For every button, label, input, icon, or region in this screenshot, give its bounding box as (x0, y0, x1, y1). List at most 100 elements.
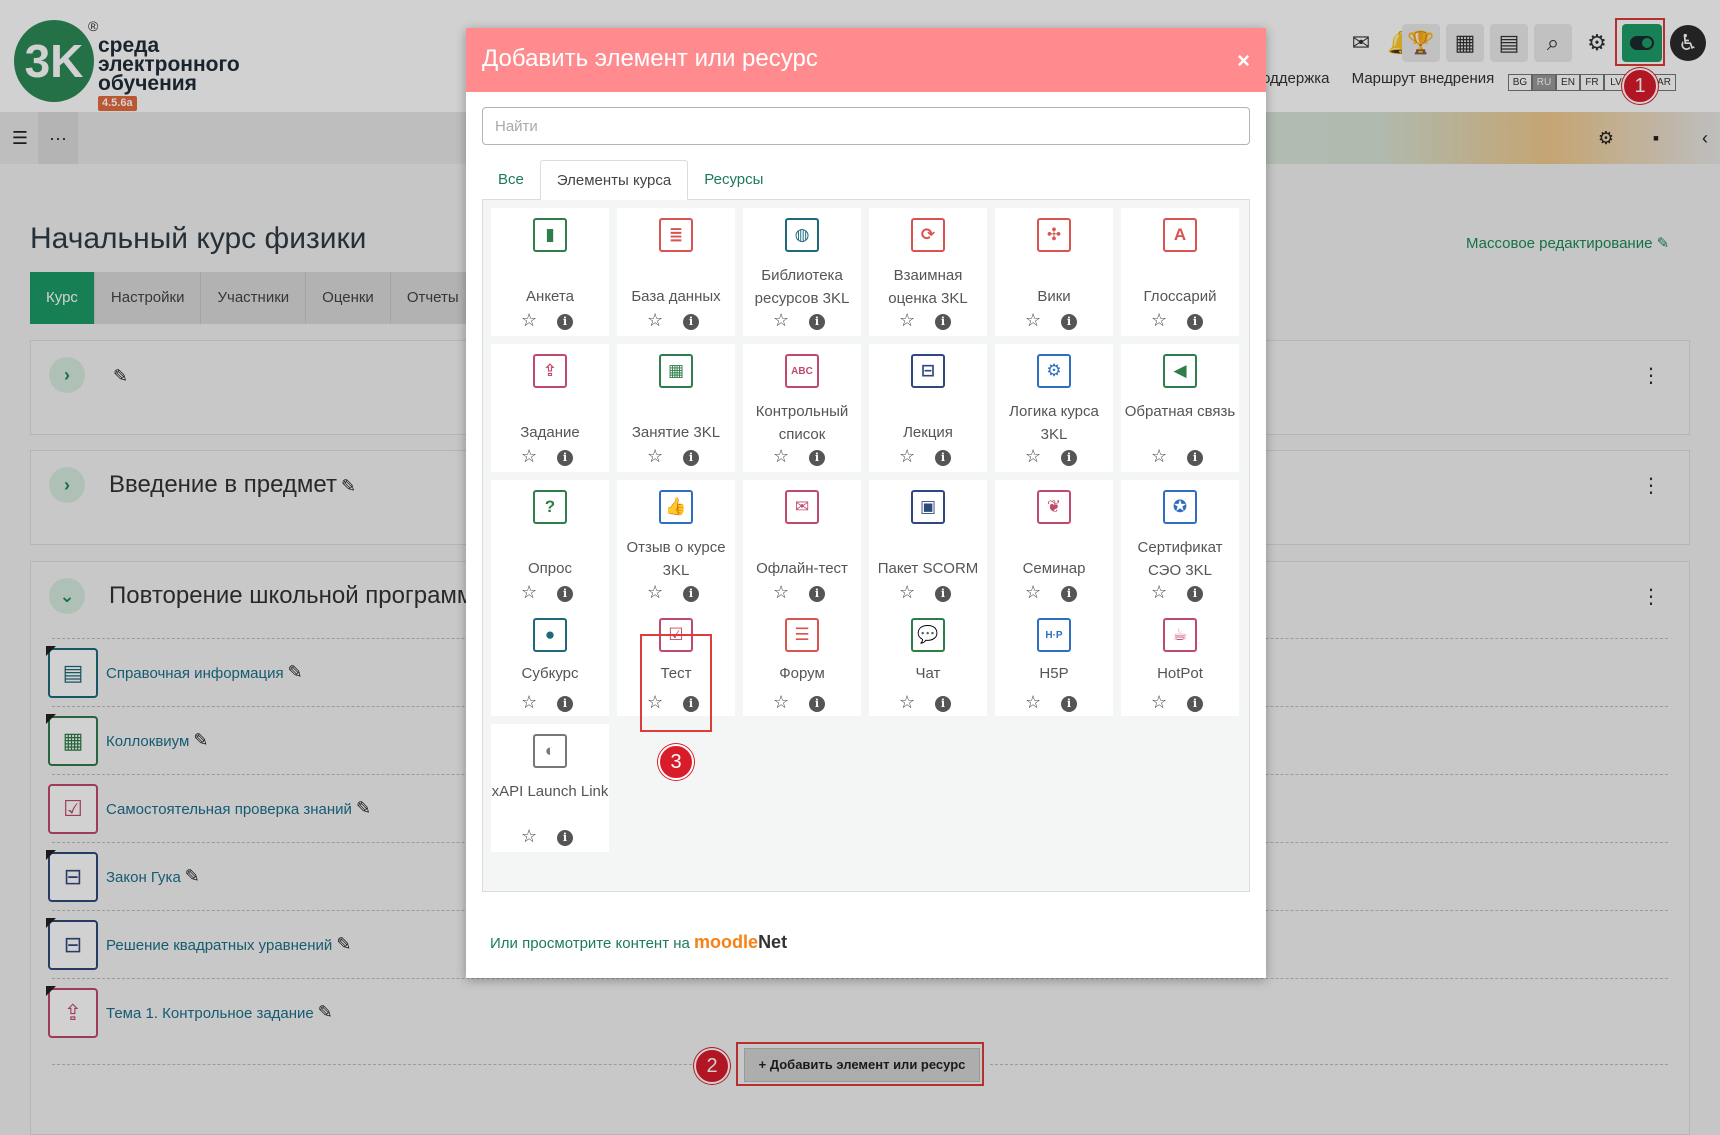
activity-card[interactable]: 💬 Чат ☆ i (869, 608, 987, 716)
star-icon[interactable]: ☆ (773, 582, 789, 603)
info-icon[interactable]: i (1187, 586, 1203, 602)
activity-card-label: Опрос (528, 560, 572, 577)
activity-card[interactable]: ◍ Библиотека ресурсов 3KL ☆ i (743, 208, 861, 336)
info-icon[interactable]: i (557, 696, 573, 712)
checklist-icon: ABC (785, 354, 819, 388)
star-icon[interactable]: ☆ (1025, 310, 1041, 331)
activity-card[interactable]: ABC Контрольный список ☆ i (743, 344, 861, 472)
info-icon[interactable]: i (683, 314, 699, 330)
tab-activities[interactable]: Элементы курса (539, 160, 689, 200)
activity-card[interactable]: ⚙ Логика курса 3KL ☆ i (995, 344, 1113, 472)
close-icon[interactable]: × (1237, 48, 1250, 74)
star-icon[interactable]: ☆ (899, 310, 915, 331)
info-icon[interactable]: i (557, 830, 573, 846)
star-icon[interactable]: ☆ (521, 826, 537, 847)
activity-card[interactable]: H·P H5P ☆ i (995, 608, 1113, 716)
hotpot-icon: ☕ (1163, 618, 1197, 652)
activity-card-label: Контрольный список (755, 403, 849, 443)
info-icon[interactable]: i (557, 450, 573, 466)
search-input[interactable] (482, 107, 1250, 145)
assignment-icon: ⇪ (533, 354, 567, 388)
activity-card[interactable]: ☰ Форум ☆ i (743, 608, 861, 716)
activity-card-label: База данных (631, 288, 721, 305)
star-icon[interactable]: ☆ (1151, 310, 1167, 331)
info-icon[interactable]: i (809, 450, 825, 466)
star-icon[interactable]: ☆ (773, 446, 789, 467)
lecture-icon: ⊟ (911, 354, 945, 388)
survey-icon: ▮ (533, 218, 567, 252)
info-icon[interactable]: i (1187, 696, 1203, 712)
activity-card[interactable]: 👍 Отзыв о курсе 3KL ☆ i (617, 480, 735, 608)
moodlenet-link[interactable]: Или просмотрите контент на moodleNet (490, 932, 787, 953)
activity-card[interactable]: ▮ Анкета ☆ i (491, 208, 609, 336)
info-icon[interactable]: i (683, 586, 699, 602)
activity-card[interactable]: ▣ Пакет SCORM ☆ i (869, 480, 987, 608)
h5p-icon: H·P (1037, 618, 1071, 652)
star-icon[interactable]: ☆ (1151, 692, 1167, 713)
star-icon[interactable]: ☆ (773, 310, 789, 331)
activity-card[interactable]: ⟳ Взаимная оценка 3KL ☆ i (869, 208, 987, 336)
star-icon[interactable]: ☆ (899, 692, 915, 713)
activity-card[interactable]: ✉ Офлайн-тест ☆ i (743, 480, 861, 608)
activity-card[interactable]: A Глоссарий ☆ i (1121, 208, 1239, 336)
info-icon[interactable]: i (557, 314, 573, 330)
chat-icon: 💬 (911, 618, 945, 652)
activity-card-label: H5P (1039, 665, 1069, 682)
info-icon[interactable]: i (935, 586, 951, 602)
info-icon[interactable]: i (935, 696, 951, 712)
xapi-icon: ◐ (533, 734, 567, 768)
star-icon[interactable]: ☆ (521, 692, 537, 713)
lesson-icon: ▦ (659, 354, 693, 388)
activity-card[interactable]: ? Опрос ☆ i (491, 480, 609, 608)
info-icon[interactable]: i (683, 450, 699, 466)
star-icon[interactable]: ☆ (647, 310, 663, 331)
activity-card[interactable]: ✣ Вики ☆ i (995, 208, 1113, 336)
info-icon[interactable]: i (557, 586, 573, 602)
star-icon[interactable]: ☆ (521, 310, 537, 331)
info-icon[interactable]: i (809, 314, 825, 330)
activity-card[interactable]: ⇪ Задание ☆ i (491, 344, 609, 472)
activity-card[interactable]: ≣ База данных ☆ i (617, 208, 735, 336)
info-icon[interactable]: i (1187, 314, 1203, 330)
activity-card[interactable]: ☕ HotPot ☆ i (1121, 608, 1239, 716)
info-icon[interactable]: i (809, 696, 825, 712)
activity-card[interactable]: ⊟ Лекция ☆ i (869, 344, 987, 472)
moodlenet-logo-a: moodle (694, 932, 759, 952)
certificate-icon: ✪ (1163, 490, 1197, 524)
star-icon[interactable]: ☆ (1151, 582, 1167, 603)
offline-test-icon: ✉ (785, 490, 819, 524)
info-icon[interactable]: i (1187, 450, 1203, 466)
star-icon[interactable]: ☆ (1025, 692, 1041, 713)
star-icon[interactable]: ☆ (1151, 446, 1167, 467)
star-icon[interactable]: ☆ (1025, 582, 1041, 603)
activity-card[interactable]: ▦ Занятие 3KL ☆ i (617, 344, 735, 472)
star-icon[interactable]: ☆ (647, 582, 663, 603)
activity-card[interactable]: ● Субкурс ☆ i (491, 608, 609, 716)
add-activity-modal: Добавить элемент или ресурс × Все Элемен… (466, 28, 1266, 978)
activity-card[interactable]: ◐ xAPI Launch Link ☆ i (491, 724, 609, 852)
tab-resources[interactable]: Ресурсы (688, 160, 779, 200)
activity-card-label: Логика курса 3KL (1009, 403, 1099, 443)
star-icon[interactable]: ☆ (773, 692, 789, 713)
glossary-icon: A (1163, 218, 1197, 252)
tab-all[interactable]: Все (482, 160, 540, 200)
info-icon[interactable]: i (1061, 450, 1077, 466)
info-icon[interactable]: i (809, 586, 825, 602)
info-icon[interactable]: i (1061, 696, 1077, 712)
info-icon[interactable]: i (935, 314, 951, 330)
star-icon[interactable]: ☆ (521, 446, 537, 467)
activity-card[interactable]: ◀ Обратная связь ☆ i (1121, 344, 1239, 472)
activity-card-label: Чат (915, 665, 941, 682)
activity-card-label: Библиотека ресурсов 3KL (754, 267, 850, 307)
star-icon[interactable]: ☆ (1025, 446, 1041, 467)
info-icon[interactable]: i (935, 450, 951, 466)
star-icon[interactable]: ☆ (899, 446, 915, 467)
activity-card[interactable]: ❦ Семинар ☆ i (995, 480, 1113, 608)
info-icon[interactable]: i (1061, 586, 1077, 602)
star-icon[interactable]: ☆ (521, 582, 537, 603)
star-icon[interactable]: ☆ (647, 446, 663, 467)
activity-card-label: Семинар (1022, 560, 1086, 577)
info-icon[interactable]: i (1061, 314, 1077, 330)
star-icon[interactable]: ☆ (899, 582, 915, 603)
activity-card[interactable]: ✪ Сертификат СЭО 3KL ☆ i (1121, 480, 1239, 608)
